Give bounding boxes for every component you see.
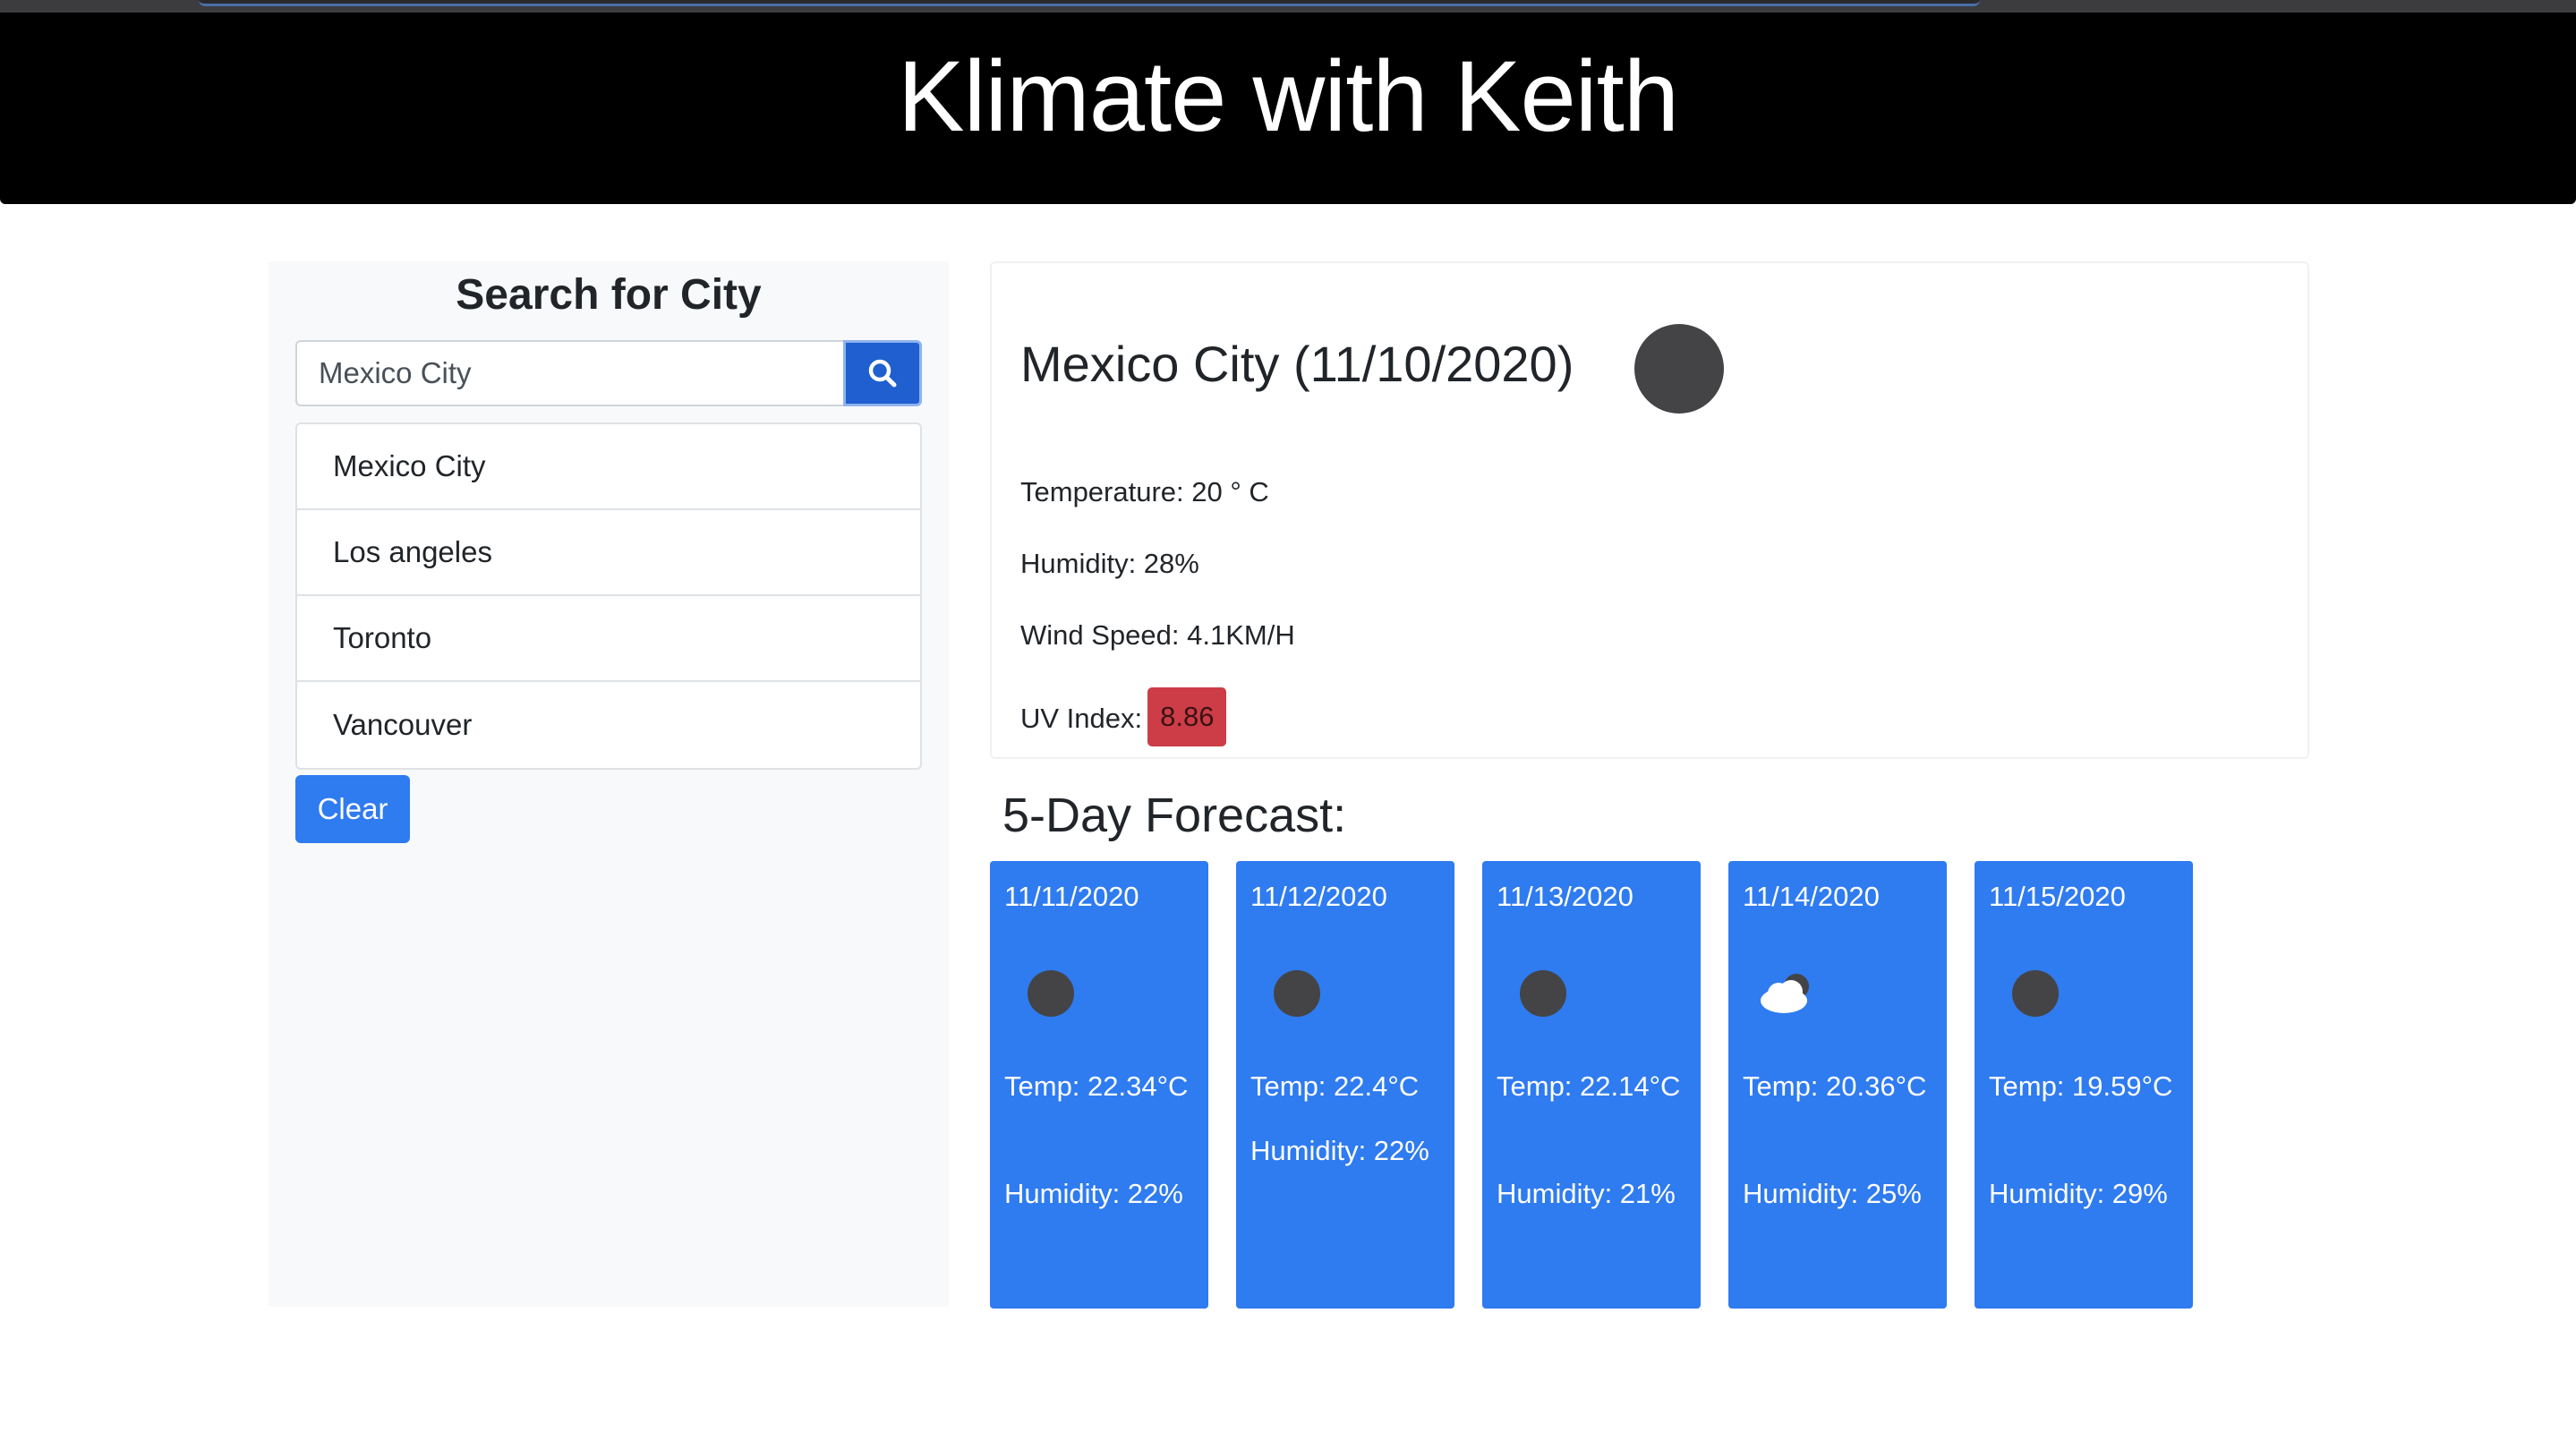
forecast-date: 11/14/2020 — [1743, 881, 1880, 912]
weather-icon — [1520, 970, 1566, 1017]
forecast-date: 11/12/2020 — [1250, 881, 1387, 912]
search-icon — [868, 359, 897, 388]
weather-icon — [1028, 970, 1074, 1017]
forecast-humidity: Humidity: 22% — [1004, 1178, 1183, 1209]
history-item-vancouver[interactable]: Vancouver — [297, 682, 920, 768]
current-temperature: Temperature: 20 ° C — [1020, 476, 1269, 507]
app-title: Klimate with Keith — [897, 39, 1679, 152]
clear-button[interactable]: Clear — [295, 775, 410, 843]
search-history-list: Mexico City Los angeles Toronto Vancouve… — [295, 422, 922, 770]
forecast-card: 11/15/2020 Temp: 19.59°C Humidity: 29% — [1975, 861, 2193, 1309]
forecast-temp: Temp: 19.59°C — [1989, 1070, 2173, 1102]
forecast-card: 11/14/2020 Temp: 20.36°C Humidity: 25% — [1728, 861, 1947, 1309]
forecast-date: 11/11/2020 — [1004, 881, 1139, 912]
forecast-date: 11/15/2020 — [1989, 881, 2126, 912]
current-humidity: Humidity: 28% — [1020, 548, 1199, 579]
search-button[interactable] — [843, 340, 922, 406]
forecast-humidity: Humidity: 21% — [1497, 1178, 1676, 1209]
forecast-card: 11/12/2020 Temp: 22.4°C Humidity: 22% — [1236, 861, 1454, 1309]
forecast-heading: 5-Day Forecast: — [1002, 789, 1347, 842]
cloud-icon — [1761, 974, 1809, 1013]
search-sidebar: Search for City Mexico City Los angeles … — [269, 261, 949, 1307]
search-heading: Search for City — [456, 271, 762, 319]
history-item-mexico-city[interactable]: Mexico City — [297, 424, 920, 510]
uv-index-label: UV Index: — [1020, 703, 1143, 734]
history-item-los-angeles[interactable]: Los angeles — [297, 510, 920, 596]
city-search-input[interactable] — [295, 340, 843, 406]
forecast-temp: Temp: 22.4°C — [1250, 1070, 1420, 1102]
browser-top-strip — [0, 0, 2576, 13]
forecast-date: 11/13/2020 — [1497, 881, 1633, 912]
weather-icon — [2012, 970, 2059, 1017]
weather-icon — [1634, 324, 1724, 414]
uv-index-badge: 8.86 — [1147, 687, 1227, 746]
current-uv-row: UV Index: 8.86 — [1020, 687, 1227, 748]
forecast-humidity: Humidity: 29% — [1989, 1178, 2168, 1209]
browser-address-bar-edge — [199, 0, 1980, 6]
app-header: Klimate with Keith — [0, 13, 2576, 204]
current-weather-card: Mexico City (11/10/2020) Temperature: 20… — [990, 261, 2309, 759]
forecast-temp: Temp: 20.36°C — [1743, 1070, 1927, 1102]
history-item-toronto[interactable]: Toronto — [297, 596, 920, 682]
forecast-card: 11/11/2020 Temp: 22.34°C Humidity: 22% — [990, 861, 1208, 1309]
current-wind-speed: Wind Speed: 4.1KM/H — [1020, 619, 1295, 651]
forecast-temp: Temp: 22.14°C — [1497, 1070, 1681, 1102]
weather-icon — [1274, 970, 1320, 1017]
forecast-temp: Temp: 22.34°C — [1004, 1070, 1189, 1102]
current-city-title: Mexico City (11/10/2020) — [1020, 336, 1574, 392]
forecast-humidity: Humidity: 22% — [1250, 1135, 1429, 1166]
forecast-card: 11/13/2020 Temp: 22.14°C Humidity: 21% — [1482, 861, 1701, 1309]
forecast-humidity: Humidity: 25% — [1743, 1178, 1922, 1209]
